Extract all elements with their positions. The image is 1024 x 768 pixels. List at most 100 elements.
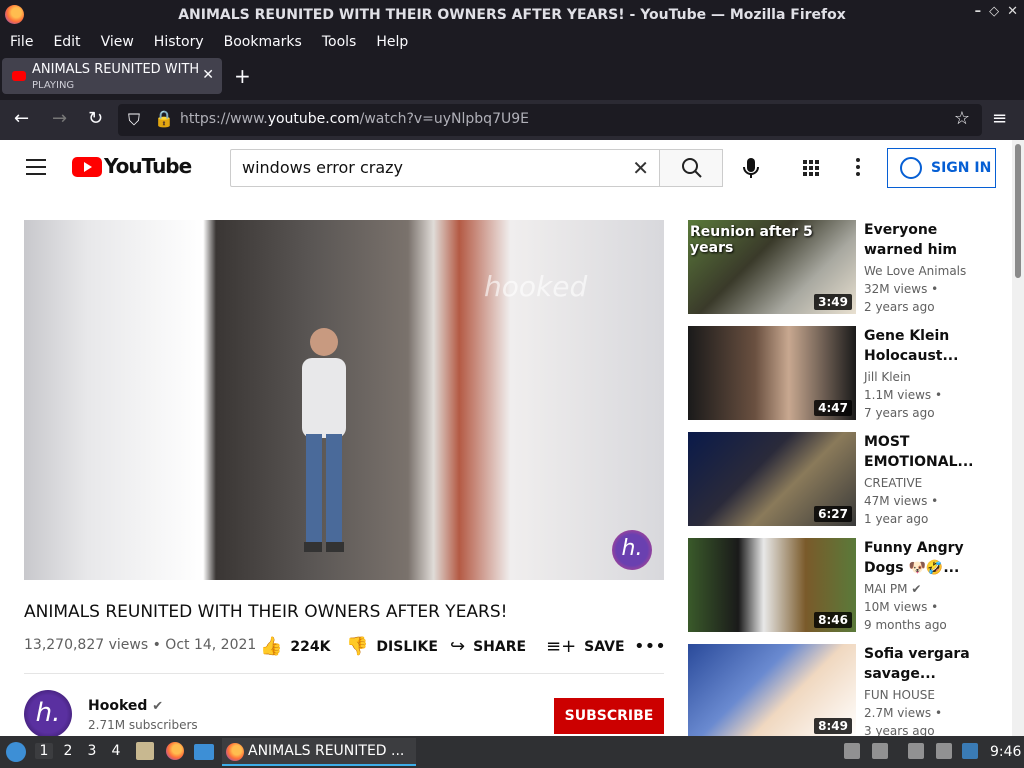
workspace-4[interactable]: 4 xyxy=(107,743,125,759)
sign-in-label: SIGN IN xyxy=(931,160,992,176)
recommended-title[interactable]: MOST EMOTIONAL... xyxy=(864,432,982,472)
more-actions-button[interactable]: ••• xyxy=(634,636,666,657)
url-text[interactable]: https://www.youtube.com/watch?v=uyNlpbq7… xyxy=(180,111,529,127)
app-menu-icon[interactable]: ≡ xyxy=(992,108,1007,129)
hamburger-menu-icon[interactable] xyxy=(26,159,46,175)
window-controls: – ◇ ✕ xyxy=(975,4,1018,19)
firefox-task-icon xyxy=(226,743,244,761)
firefox-launcher-icon[interactable] xyxy=(166,742,184,760)
recommended-channel[interactable]: Jill Klein xyxy=(864,370,911,384)
thumbs-up-icon: 👍 xyxy=(260,636,283,657)
menu-history[interactable]: History xyxy=(144,34,214,50)
share-icon: ↪ xyxy=(450,636,466,657)
start-menu-icon[interactable] xyxy=(6,742,26,762)
save-button[interactable]: ≡+ SAVE xyxy=(546,636,625,657)
clock[interactable]: 9:46 xyxy=(990,744,1021,760)
sign-in-button[interactable]: SIGN IN xyxy=(887,148,996,188)
url-bar[interactable]: ⛉ 🔒 https://www.youtube.com/watch?v=uyNl… xyxy=(118,104,982,136)
recommended-views: 1.1M views • xyxy=(864,388,943,402)
recommended-age: 9 months ago xyxy=(864,618,947,632)
window-title: ANIMALS REUNITED WITH THEIR OWNERS AFTER… xyxy=(178,7,846,23)
video-thumbnail[interactable]: 4:47 xyxy=(688,326,856,420)
recommended-title[interactable]: Everyone warned him to... xyxy=(864,220,982,260)
recommended-title[interactable]: Sofia vergara savage... xyxy=(864,644,982,684)
search-box[interactable]: ✕ xyxy=(230,149,660,187)
minimize-icon[interactable]: – xyxy=(975,4,982,19)
recommended-age: 3 years ago xyxy=(864,724,935,736)
close-icon[interactable]: ✕ xyxy=(1007,4,1018,19)
workspace-3[interactable]: 3 xyxy=(83,743,101,759)
maximize-icon[interactable]: ◇ xyxy=(989,4,999,19)
video-thumbnail[interactable]: 8:49 xyxy=(688,644,856,736)
firefox-icon xyxy=(5,5,24,24)
recommended-age: 7 years ago xyxy=(864,406,935,420)
new-tab-icon[interactable]: + xyxy=(234,64,251,88)
subscribe-button[interactable]: SUBSCRIBE xyxy=(554,698,664,734)
video-thumbnail[interactable]: Reunion after 5 years 3:49 xyxy=(688,220,856,314)
menu-tools[interactable]: Tools xyxy=(312,34,367,50)
search-button[interactable] xyxy=(659,149,723,187)
tray-network-icon[interactable] xyxy=(936,743,952,759)
apps-grid-icon[interactable] xyxy=(803,160,819,176)
dislike-button[interactable]: 👎 DISLIKE xyxy=(346,636,438,657)
channel-name[interactable]: Hooked ✔ xyxy=(88,698,163,714)
menu-bookmarks[interactable]: Bookmarks xyxy=(214,34,312,50)
video-duration: 3:49 xyxy=(814,294,852,310)
verified-check-icon: ✔ xyxy=(911,582,922,596)
video-views-date: 13,270,827 views • Oct 14, 2021 xyxy=(24,637,257,653)
menu-view[interactable]: View xyxy=(91,34,144,50)
recommended-title[interactable]: Gene Klein Holocaust... xyxy=(864,326,982,366)
youtube-logo-icon[interactable] xyxy=(72,157,102,177)
clear-search-icon[interactable]: ✕ xyxy=(632,156,649,180)
terminal-icon[interactable] xyxy=(194,744,214,760)
page-scrollbar[interactable] xyxy=(1012,140,1024,736)
menu-file[interactable]: File xyxy=(0,34,43,50)
lock-icon[interactable]: 🔒 xyxy=(154,109,174,128)
verified-check-icon: ✔ xyxy=(152,699,164,714)
menu-help[interactable]: Help xyxy=(366,34,418,50)
more-options-icon[interactable] xyxy=(856,158,860,179)
recommended-channel[interactable]: MAI PM ✔ xyxy=(864,582,921,596)
taskbar: 1 2 3 4 ANIMALS REUNITED ... 9:46 xyxy=(0,736,1024,768)
video-player[interactable]: hooked h. xyxy=(24,220,664,580)
channel-avatar[interactable]: h. xyxy=(24,690,72,736)
menu-edit[interactable]: Edit xyxy=(43,34,90,50)
tray-updates-icon[interactable] xyxy=(962,743,978,759)
scrollbar-thumb[interactable] xyxy=(1015,144,1021,278)
tray-volume-icon[interactable] xyxy=(872,743,888,759)
recommended-channel[interactable]: We Love Animals xyxy=(864,264,966,278)
share-button[interactable]: ↪ SHARE xyxy=(450,636,526,657)
recommended-views: 2.7M views • xyxy=(864,706,943,720)
search-input[interactable] xyxy=(242,158,622,177)
workspace-1[interactable]: 1 xyxy=(35,743,53,759)
taskbar-firefox-window[interactable]: ANIMALS REUNITED ... xyxy=(222,738,416,766)
video-thumbnail[interactable]: 6:27 xyxy=(688,432,856,526)
tray-battery-icon[interactable] xyxy=(844,743,860,759)
video-thumbnail[interactable]: 8:46 xyxy=(688,538,856,632)
tab-close-icon[interactable]: ✕ xyxy=(202,67,214,83)
tab-active[interactable]: ANIMALS REUNITED WITH THEIR OWNERS AFTER… xyxy=(2,58,222,94)
dislike-label: DISLIKE xyxy=(376,638,438,655)
youtube-logo-text[interactable]: YouTube xyxy=(104,154,192,178)
recommended-video[interactable]: Reunion after 5 years 3:49 Everyone warn… xyxy=(688,220,1008,316)
shield-icon[interactable]: ⛉ xyxy=(128,110,140,130)
like-button[interactable]: 👍 224K xyxy=(260,636,331,657)
recommended-video[interactable]: 6:27 MOST EMOTIONAL... CREATIVE 47M view… xyxy=(688,432,1008,528)
menu-bar: File Edit View History Bookmarks Tools H… xyxy=(0,30,1024,54)
forward-arrow-icon[interactable]: → xyxy=(52,108,67,129)
recommended-channel[interactable]: CREATIVE xyxy=(864,476,922,490)
back-arrow-icon[interactable]: ← xyxy=(14,108,29,129)
bookmark-star-icon[interactable]: ☆ xyxy=(954,108,970,129)
reload-icon[interactable]: ↻ xyxy=(88,108,103,129)
tray-clipboard-icon[interactable] xyxy=(908,743,924,759)
recommended-title[interactable]: Funny Angry Dogs 🐶🤣... xyxy=(864,538,982,578)
file-manager-icon[interactable] xyxy=(136,742,154,760)
workspace-2[interactable]: 2 xyxy=(59,743,77,759)
recommended-video[interactable]: 8:49 Sofia vergara savage... FUN HOUSE 2… xyxy=(688,644,1008,736)
tab-status: PLAYING xyxy=(32,80,75,91)
recommended-channel[interactable]: FUN HOUSE xyxy=(864,688,935,702)
microphone-icon[interactable] xyxy=(735,152,767,184)
recommended-video[interactable]: 4:47 Gene Klein Holocaust... Jill Klein … xyxy=(688,326,1008,422)
recommended-age: 2 years ago xyxy=(864,300,935,314)
recommended-video[interactable]: 8:46 Funny Angry Dogs 🐶🤣... MAI PM ✔ 10M… xyxy=(688,538,1008,634)
